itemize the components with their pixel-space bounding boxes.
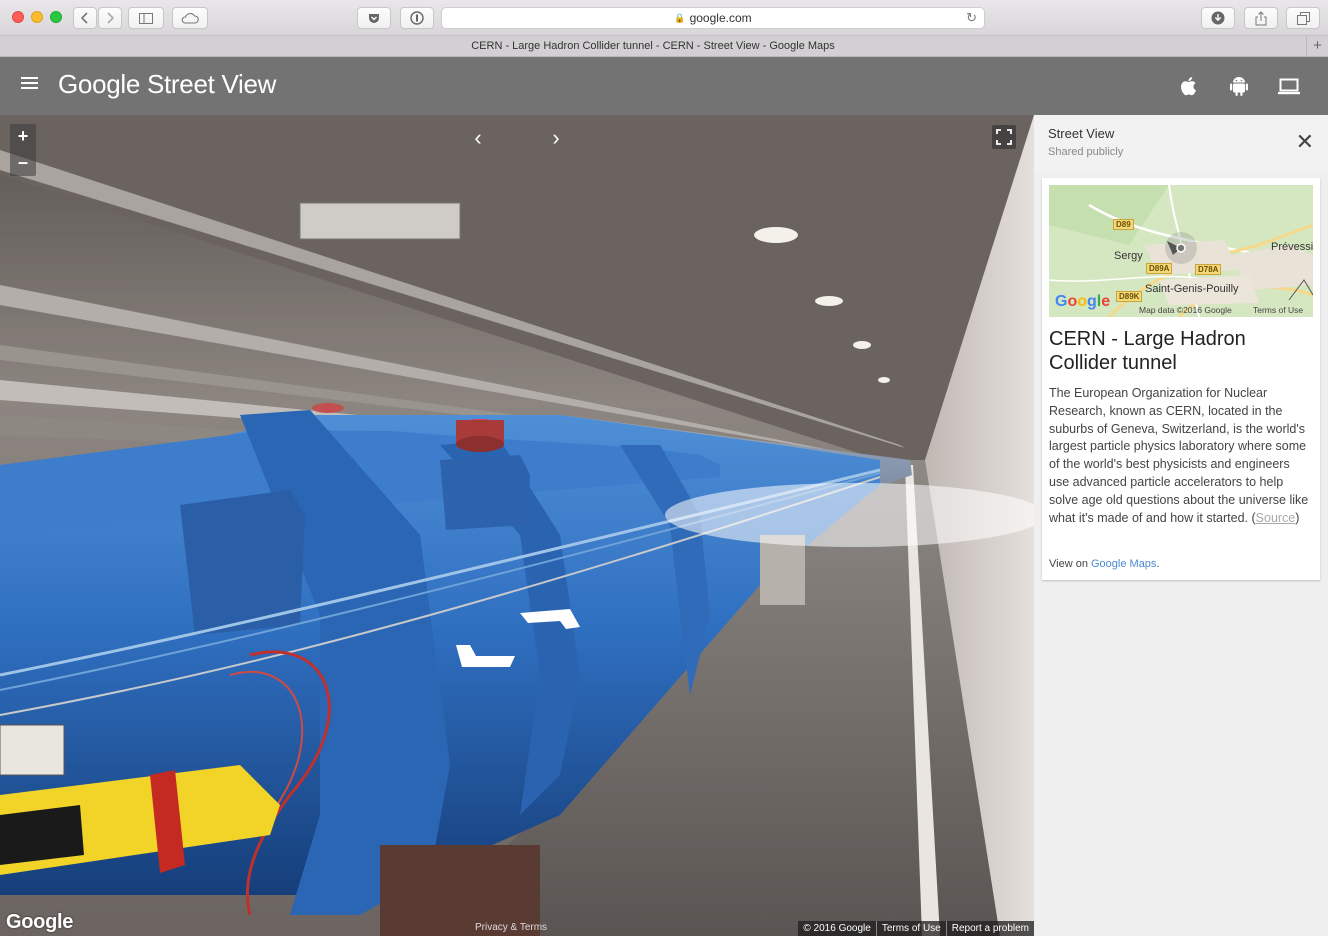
android-icon[interactable]: [1227, 74, 1251, 98]
url-text: google.com: [689, 11, 752, 25]
app-logo[interactable]: Google Street View: [58, 69, 276, 100]
road-label-d89k: D89K: [1116, 291, 1143, 302]
place-card: D89 D89A D78A D89K Sergy Prévessi Saint-…: [1042, 178, 1320, 580]
road-label-d89: D89: [1113, 219, 1134, 230]
pocket-icon: [369, 13, 379, 23]
share-button[interactable]: [1244, 7, 1278, 29]
zoom-control: + –: [10, 124, 36, 176]
close-icon[interactable]: ✕: [1296, 131, 1314, 153]
sidebar-toggle-button[interactable]: [128, 7, 164, 29]
brand-street-view: Street View: [140, 69, 277, 99]
chevron-left-icon: [81, 12, 88, 24]
view-on-google-maps: View on Google Maps.: [1049, 558, 1160, 570]
pano-footer: © 2016 Google Terms of Use Report a prob…: [798, 921, 1034, 936]
zoom-window-button[interactable]: [50, 11, 62, 23]
fullscreen-button[interactable]: [992, 125, 1016, 149]
lock-icon: 🔒: [674, 12, 686, 23]
laptop-icon[interactable]: [1277, 74, 1301, 98]
description-text: The European Organization for Nuclear Re…: [1049, 386, 1309, 525]
view-on-text: View on: [1049, 558, 1091, 570]
apple-icon[interactable]: [1177, 74, 1201, 98]
map-label-saint-genis: Saint-Genis-Pouilly: [1145, 283, 1239, 295]
place-description: The European Organization for Nuclear Re…: [1049, 385, 1313, 527]
panel-title: Street View: [1048, 126, 1115, 141]
map-google-logo: Google: [1055, 293, 1111, 310]
menu-icon[interactable]: [21, 77, 38, 91]
chevron-right-icon: [107, 12, 114, 24]
google-logo: Google: [6, 911, 74, 933]
privacy-terms-link[interactable]: Privacy & Terms: [475, 922, 547, 933]
tab-active[interactable]: CERN - Large Hadron Collider tunnel - CE…: [0, 36, 1306, 56]
address-bar[interactable]: 🔒 google.com ↻: [441, 7, 985, 29]
forward-button[interactable]: [98, 7, 122, 29]
street-view-panorama[interactable]: + – ‹ › Google Privacy & Terms © 2016 Go…: [0, 115, 1034, 936]
new-tab-button[interactable]: +: [1306, 36, 1328, 56]
tab-bar: CERN - Large Hadron Collider tunnel - CE…: [0, 36, 1328, 57]
app-header: Google Street View: [0, 57, 1328, 115]
mini-map[interactable]: D89 D89A D78A D89K Sergy Prévessi Saint-…: [1049, 185, 1313, 317]
info-panel: Street View Shared publicly ✕ D89 D89A D…: [1034, 115, 1328, 936]
tunnel-panorama-image: [0, 115, 1034, 936]
browser-toolbar: 🔒 google.com ↻: [0, 0, 1328, 36]
download-icon: [1211, 11, 1225, 25]
cloud-icon: [181, 12, 199, 24]
terms-of-use-link[interactable]: Terms of Use: [875, 921, 946, 936]
road-label-d78a: D78A: [1195, 264, 1222, 275]
previous-image-button[interactable]: ‹: [468, 125, 488, 151]
google-maps-link[interactable]: Google Maps: [1091, 558, 1156, 570]
map-attribution: Map data ©2016 Google: [1139, 305, 1232, 315]
zoom-out-button[interactable]: –: [10, 150, 36, 176]
report-problem-link[interactable]: Report a problem: [945, 921, 1034, 936]
reload-icon[interactable]: ↻: [966, 10, 977, 26]
panel-subtitle: Shared publicly: [1048, 146, 1124, 158]
minimize-window-button[interactable]: [31, 11, 43, 23]
brand-google: Google: [58, 69, 141, 99]
map-terms-link[interactable]: Terms of Use: [1253, 305, 1303, 315]
tabs-icon: [1296, 11, 1310, 25]
downloads-button[interactable]: [1201, 7, 1235, 29]
sidebar-icon: [139, 12, 153, 24]
map-label-sergy: Sergy: [1114, 250, 1143, 262]
source-link[interactable]: Source: [1256, 511, 1296, 525]
icloud-tabs-button[interactable]: [172, 7, 208, 29]
copyright-text: © 2016 Google: [803, 923, 871, 934]
share-icon: [1255, 10, 1267, 25]
panel-header: Street View Shared publicly ✕: [1034, 115, 1328, 173]
zoom-in-button[interactable]: +: [10, 124, 36, 150]
tabs-overview-button[interactable]: [1286, 7, 1320, 29]
map-label-prevessin: Prévessi: [1271, 241, 1313, 253]
close-window-button[interactable]: [12, 11, 24, 23]
fullscreen-icon: [996, 129, 1012, 145]
back-button[interactable]: [73, 7, 97, 29]
info-icon: [410, 11, 424, 25]
password-button[interactable]: [400, 7, 434, 29]
road-label-d89a: D89A: [1146, 263, 1173, 274]
pocket-button[interactable]: [357, 7, 391, 29]
next-image-button[interactable]: ›: [546, 125, 566, 151]
place-title: CERN - Large Hadron Collider tunnel: [1049, 328, 1246, 374]
view-on-end: .: [1156, 558, 1160, 570]
description-end: ): [1295, 510, 1300, 525]
